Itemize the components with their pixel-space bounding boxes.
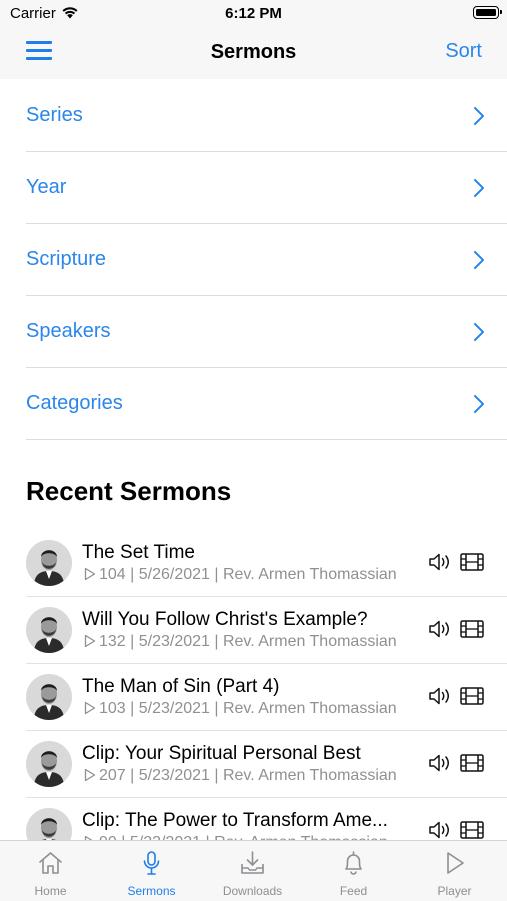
tab-feed[interactable]: Feed xyxy=(303,841,404,901)
sermon-title: Clip: The Power to Transform Ame... xyxy=(82,810,388,831)
sermon-meta-text: 103 | 5/23/2021 | Rev. Armen Thomassian xyxy=(99,700,397,717)
battery-icon xyxy=(473,6,502,19)
tab-sermons[interactable]: Sermons xyxy=(101,841,202,901)
menu-row-series[interactable]: Series xyxy=(26,80,507,152)
film-icon[interactable] xyxy=(460,687,484,710)
sermon-row[interactable]: Clip: Your Spiritual Personal Best 207 |… xyxy=(26,731,507,798)
sermon-row[interactable]: Will You Follow Christ's Example? 132 | … xyxy=(26,597,507,664)
play-count-icon xyxy=(84,634,96,653)
sermon-meta: 132 | 5/23/2021 | Rev. Armen Thomassian xyxy=(84,633,418,653)
status-bar: Carrier 6:12 PM xyxy=(0,0,507,28)
tab-label: Home xyxy=(34,884,67,898)
menu-row-label: Speakers xyxy=(26,320,111,342)
recent-sermons-list: The Set Time 104 | 5/26/2021 | Rev. Arme… xyxy=(0,530,507,865)
speaker-avatar xyxy=(26,607,72,653)
film-icon[interactable] xyxy=(460,754,484,777)
tab-downloads[interactable]: Downloads xyxy=(202,841,303,901)
sermon-meta: 103 | 5/23/2021 | Rev. Armen Thomassian xyxy=(84,700,418,720)
microphone-icon xyxy=(138,850,165,881)
tab-label: Feed xyxy=(339,884,368,898)
menu-row-year[interactable]: Year xyxy=(26,152,507,224)
tab-label: Player xyxy=(437,884,472,898)
menu-row-categories[interactable]: Categories xyxy=(26,368,507,440)
tab-label: Sermons xyxy=(127,884,176,898)
chevron-right-icon xyxy=(473,178,485,203)
sermon-row[interactable]: The Man of Sin (Part 4) 103 | 5/23/2021 … xyxy=(26,664,507,731)
tab-label: Downloads xyxy=(222,884,283,898)
sermon-meta-text: 207 | 5/23/2021 | Rev. Armen Thomassian xyxy=(99,767,397,784)
speaker-avatar xyxy=(26,741,72,787)
tab-home[interactable]: Home xyxy=(0,841,101,901)
home-icon xyxy=(37,850,64,881)
menu-row-scripture[interactable]: Scripture xyxy=(26,224,507,296)
browse-menu: Series Year Scripture Speakers Categorie… xyxy=(0,80,507,440)
navigation-bar: Sermons Sort xyxy=(0,28,507,79)
menu-row-speakers[interactable]: Speakers xyxy=(26,296,507,368)
chevron-right-icon xyxy=(473,394,485,419)
sort-button[interactable]: Sort xyxy=(445,40,482,63)
sermon-meta-text: 132 | 5/23/2021 | Rev. Armen Thomassian xyxy=(99,633,397,650)
play-count-icon xyxy=(84,768,96,787)
sermon-title: The Man of Sin (Part 4) xyxy=(82,676,280,697)
bell-icon xyxy=(340,850,367,881)
sermon-meta-text: 104 | 5/26/2021 | Rev. Armen Thomassian xyxy=(99,566,397,583)
play-count-icon xyxy=(84,567,96,586)
film-icon[interactable] xyxy=(460,620,484,643)
audio-speaker-icon[interactable] xyxy=(428,686,454,711)
sermon-row[interactable]: The Set Time 104 | 5/26/2021 | Rev. Arme… xyxy=(26,530,507,597)
menu-row-label: Scripture xyxy=(26,248,107,270)
menu-row-label: Categories xyxy=(26,392,123,414)
sermon-meta: 207 | 5/23/2021 | Rev. Armen Thomassian xyxy=(84,767,418,787)
film-icon[interactable] xyxy=(460,553,484,576)
speaker-avatar xyxy=(26,540,72,586)
chevron-right-icon xyxy=(473,106,485,131)
tab-player[interactable]: Player xyxy=(404,841,505,901)
menu-row-label: Year xyxy=(26,176,67,198)
chevron-right-icon xyxy=(473,322,485,347)
sermon-meta: 104 | 5/26/2021 | Rev. Armen Thomassian xyxy=(84,566,418,586)
tab-bar: Home Sermons Downloads Feed Player xyxy=(0,840,507,901)
speaker-avatar xyxy=(26,674,72,720)
play-icon xyxy=(441,850,468,881)
sermon-title: The Set Time xyxy=(82,542,195,563)
recent-sermons-heading: Recent Sermons xyxy=(26,476,232,506)
play-count-icon xyxy=(84,701,96,720)
audio-speaker-icon[interactable] xyxy=(428,619,454,644)
sermon-title: Will You Follow Christ's Example? xyxy=(82,609,368,630)
chevron-right-icon xyxy=(473,250,485,275)
download-tray-icon xyxy=(239,850,266,881)
audio-speaker-icon[interactable] xyxy=(428,753,454,778)
sermon-title: Clip: Your Spiritual Personal Best xyxy=(82,743,361,764)
status-time: 6:12 PM xyxy=(225,5,282,22)
page-title: Sermons xyxy=(210,41,297,63)
audio-speaker-icon[interactable] xyxy=(428,552,454,577)
menu-row-label: Series xyxy=(26,104,83,126)
